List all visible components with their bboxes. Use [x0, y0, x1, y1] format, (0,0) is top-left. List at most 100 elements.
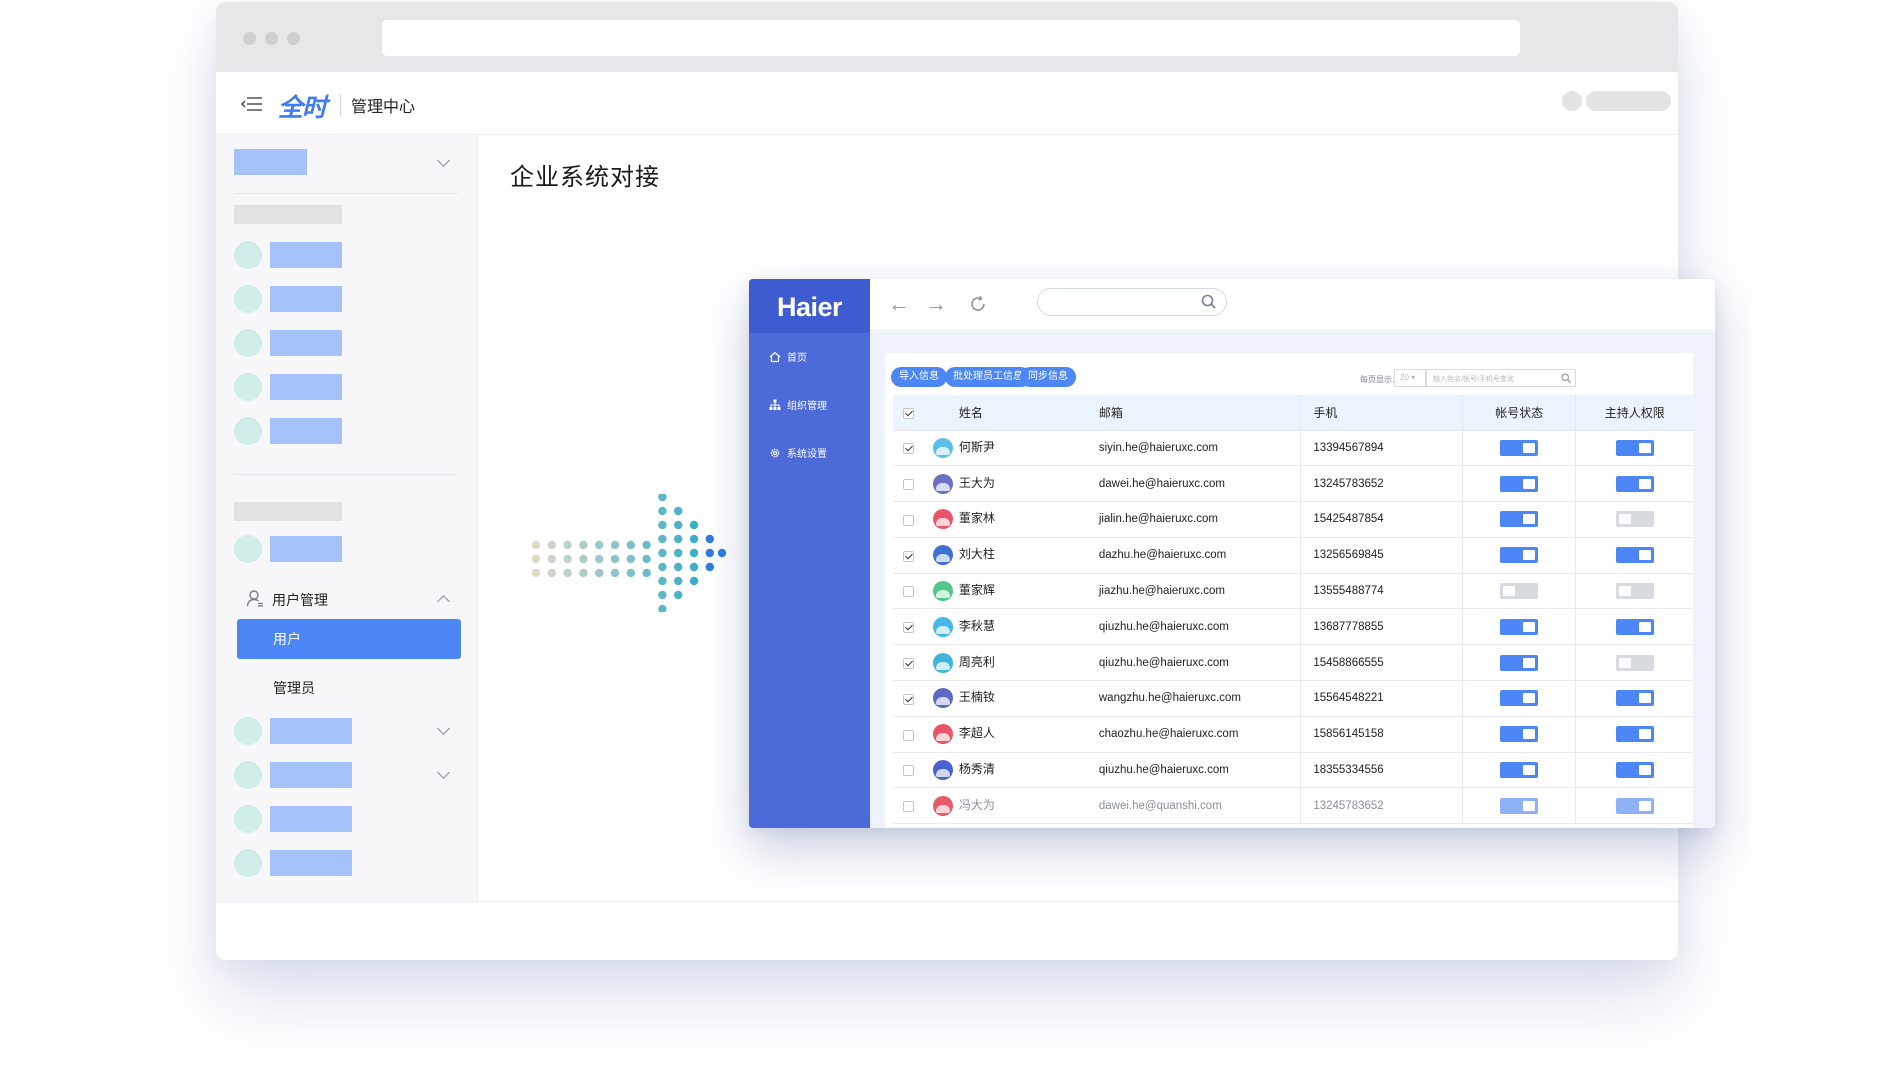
address-bar[interactable]	[382, 20, 1520, 56]
row-checkbox[interactable]	[903, 550, 914, 562]
host-permission-toggle[interactable]	[1615, 797, 1654, 814]
table-row[interactable]: 王大为 dawei.he@haieruxc.com 13245783652	[893, 465, 1693, 503]
host-permission-toggle[interactable]	[1615, 618, 1654, 635]
table-row[interactable]: 何斯尹 siyin.he@haieruxc.com 13394567894	[893, 430, 1693, 467]
sidebar-item-placeholder[interactable]	[270, 718, 352, 744]
arrow-dot	[626, 540, 635, 550]
user-name: 王大为	[958, 475, 995, 490]
sidebar-item-admins[interactable]: 管理员	[273, 678, 315, 698]
haier-logo[interactable]: Haier	[749, 279, 870, 333]
chevron-down-icon[interactable]	[437, 722, 450, 735]
account-status-toggle[interactable]	[1500, 511, 1539, 528]
select-all-checkbox[interactable]	[903, 407, 914, 419]
table-row[interactable]: 王楠钕 wangzhu.he@haieruxc.com 15564548221	[893, 680, 1693, 717]
host-permission-toggle[interactable]	[1615, 511, 1654, 528]
account-status-toggle[interactable]	[1500, 654, 1539, 671]
nav-icon-placeholder	[234, 373, 262, 401]
table-row[interactable]: 周亮利 qiuzhu.he@haieruxc.com 15458866555	[893, 644, 1693, 682]
table-row[interactable]: 杨秀清 qiuzhu.he@haieruxc.com 18355334556	[893, 752, 1693, 789]
row-checkbox[interactable]	[903, 622, 914, 634]
user-name-placeholder[interactable]	[1586, 91, 1671, 111]
host-permission-toggle[interactable]	[1615, 439, 1654, 456]
sidebar-item-user-management[interactable]: 用户管理	[272, 590, 328, 610]
host-permission-cell	[1575, 680, 1693, 717]
account-status-toggle[interactable]	[1500, 583, 1539, 600]
per-page-select[interactable]: 20 ▾	[1394, 369, 1426, 387]
row-checkbox[interactable]	[903, 514, 914, 526]
sidebar-item-placeholder[interactable]	[270, 806, 352, 832]
forward-arrow-icon[interactable]: →	[925, 293, 947, 315]
window-dot[interactable]	[265, 32, 278, 45]
column-header-email[interactable]: 邮箱	[1090, 395, 1301, 431]
host-permission-toggle[interactable]	[1615, 690, 1654, 707]
column-header-account-status[interactable]: 帐号状态	[1462, 395, 1576, 431]
sidebar-item-placeholder[interactable]	[270, 286, 342, 312]
sidebar-item-placeholder[interactable]	[270, 330, 342, 356]
chevron-down-icon[interactable]	[437, 766, 450, 779]
column-header-phone[interactable]: 手机	[1300, 395, 1463, 431]
haier-nav-org[interactable]: 组织管理	[769, 397, 827, 412]
search-icon[interactable]	[1201, 294, 1216, 309]
account-status-toggle[interactable]	[1500, 439, 1539, 456]
table-row[interactable]: 冯大为 dawei.he@quanshi.com 13245783652	[893, 787, 1693, 825]
sidebar-item-placeholder[interactable]	[270, 850, 352, 876]
haier-nav-home[interactable]: 首页	[769, 349, 807, 364]
account-status-toggle[interactable]	[1500, 618, 1539, 635]
back-arrow-icon[interactable]: ←	[888, 293, 910, 315]
org-selector-placeholder[interactable]	[234, 149, 307, 175]
column-header-host-permission[interactable]: 主持人权限	[1575, 395, 1693, 431]
row-checkbox[interactable]	[903, 801, 914, 813]
org-tree-icon	[769, 399, 781, 410]
column-header-name[interactable]: 姓名	[932, 395, 1091, 431]
avatar	[932, 509, 953, 530]
haier-search-input[interactable]	[1037, 288, 1227, 316]
row-checkbox[interactable]	[903, 443, 914, 455]
table-body: 何斯尹 siyin.he@haieruxc.com 13394567894 王大为 da…	[893, 430, 1693, 825]
window-dot[interactable]	[243, 32, 256, 45]
row-checkbox[interactable]	[903, 729, 914, 741]
host-permission-toggle[interactable]	[1615, 547, 1654, 564]
table-search-input[interactable]: 输入姓名/帐号/手机号查询	[1426, 369, 1576, 387]
row-checkbox[interactable]	[903, 586, 914, 598]
host-permission-toggle[interactable]	[1615, 762, 1654, 779]
window-dot[interactable]	[287, 32, 300, 45]
batch-employee-button[interactable]: 批处理员工信息	[945, 367, 1031, 387]
row-checkbox[interactable]	[903, 693, 914, 705]
brand-logo[interactable]: 全时	[278, 88, 327, 124]
sidebar-item-placeholder[interactable]	[270, 536, 342, 562]
avatar	[932, 795, 953, 816]
row-checkbox[interactable]	[903, 658, 914, 669]
sidebar-item-placeholder[interactable]	[270, 418, 342, 444]
sidebar-item-placeholder[interactable]	[270, 374, 342, 400]
row-checkbox[interactable]	[903, 479, 914, 491]
account-status-toggle[interactable]	[1500, 762, 1539, 779]
host-permission-toggle[interactable]	[1615, 583, 1654, 600]
import-info-button[interactable]: 导入信息	[891, 367, 947, 387]
haier-nav-settings[interactable]: 系统设置	[769, 445, 827, 460]
account-status-toggle[interactable]	[1500, 726, 1539, 743]
table-row[interactable]: 董家林 jialin.he@haieruxc.com 15425487854	[893, 501, 1693, 538]
sidebar-item-users[interactable]: 用户	[237, 619, 461, 659]
avatar[interactable]	[1562, 91, 1582, 111]
account-status-toggle[interactable]	[1500, 797, 1539, 814]
chevron-up-icon[interactable]	[437, 595, 450, 608]
host-permission-toggle[interactable]	[1615, 726, 1654, 743]
refresh-icon[interactable]	[968, 294, 988, 314]
menu-fold-icon[interactable]	[241, 96, 263, 112]
table-row[interactable]: 刘大柱 dazhu.he@haieruxc.com 13256569845	[893, 537, 1693, 574]
row-checkbox[interactable]	[903, 765, 914, 777]
host-permission-toggle[interactable]	[1615, 475, 1654, 492]
account-status-toggle[interactable]	[1500, 690, 1539, 707]
table-row[interactable]: 董家辉 jiazhu.he@haieruxc.com 13555488774	[893, 573, 1693, 610]
sidebar-item-placeholder[interactable]	[270, 762, 352, 788]
account-status-toggle[interactable]	[1500, 547, 1539, 564]
chevron-down-icon[interactable]	[437, 154, 450, 167]
search-icon[interactable]	[1561, 373, 1571, 383]
table-row[interactable]: 李秋慧 qiuzhu.he@haieruxc.com 13687778855	[893, 608, 1693, 646]
sync-info-button[interactable]: 同步信息	[1020, 367, 1076, 387]
host-permission-toggle[interactable]	[1615, 654, 1654, 671]
table-row[interactable]: 李超人 chaozhu.he@haieruxc.com 15856145158	[893, 716, 1693, 753]
sidebar-item-placeholder[interactable]	[270, 242, 342, 268]
arrow-dot	[658, 534, 667, 544]
account-status-toggle[interactable]	[1500, 475, 1539, 492]
